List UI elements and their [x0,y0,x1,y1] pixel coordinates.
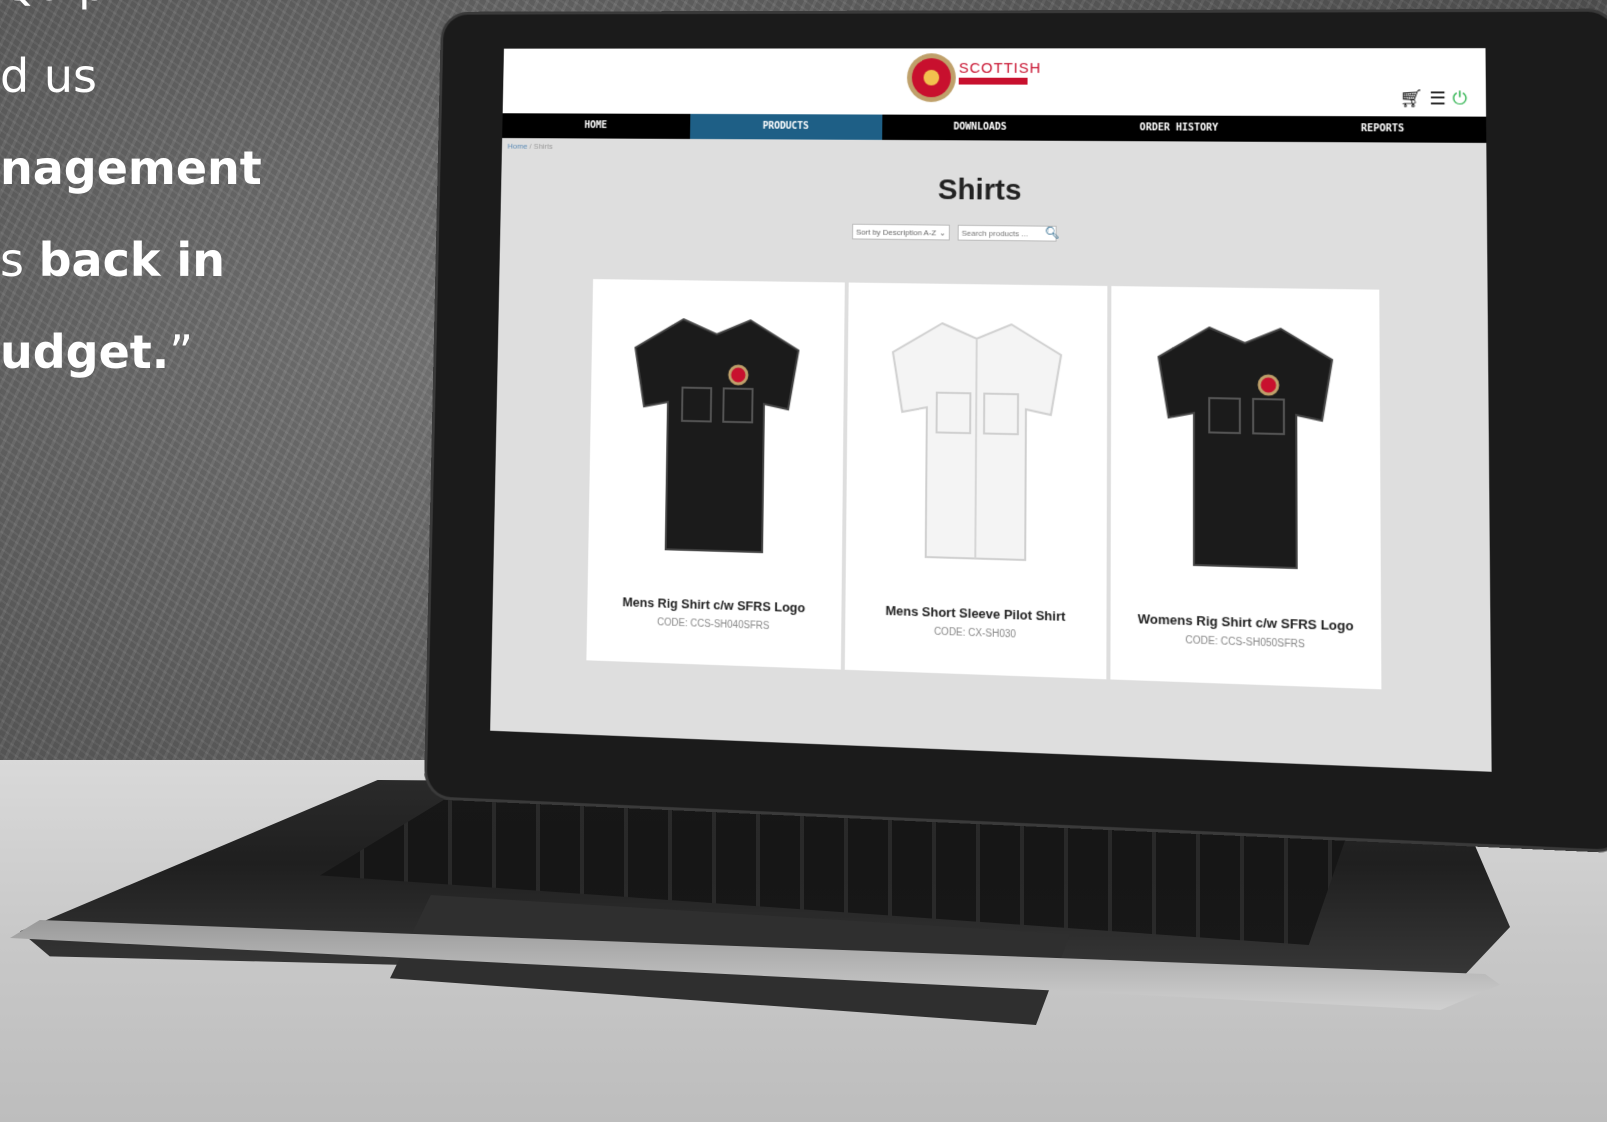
sort-select-value: Sort by Description A-Z [855,227,937,238]
search-icon[interactable]: 🔍︎ [1045,226,1060,240]
search-input[interactable] [957,224,1057,242]
fire-service-badge-icon [911,58,952,98]
product-name[interactable]: Mens Short Sleeve Pilot Shirt [845,602,1107,626]
product-code: CODE: CX-SH030 [933,626,1016,641]
breadcrumb: Home / Shirts [507,142,552,151]
main-nav: HOME PRODUCTS DOWNLOADS ORDER HISTORY RE… [502,113,1487,143]
page-title: Shirts [937,173,1022,207]
quote-line-1: Quip [0,0,300,30]
logo-subtitle-band [958,77,1028,85]
nav-item-reports[interactable]: REPORTS [1280,116,1486,143]
product-code: CODE: CCS-SH040SFRS [657,617,770,633]
quote-line-5-text: udget. [0,325,170,379]
site-logo[interactable]: SCOTTISH [911,54,1041,109]
quote-line-4-bold: back in [38,233,225,287]
sort-select[interactable]: Sort by Description A-Z ⌄ [852,223,950,241]
shirt-image [886,313,1066,567]
quote-mark: ” [169,325,194,379]
quote-line-4: s back in [0,214,300,306]
shirt-image [628,309,804,559]
product-code: CODE: CCS-SH050SFRS [1185,635,1305,651]
nav-item-downloads[interactable]: DOWNLOADS [882,115,1079,141]
product-grid: Mens Rig Shirt c/w SFRS Logo CODE: CCS-S… [586,279,1385,700]
laptop-lid: SCOTTISH 🛒︎ ☰ ⏻ HOME PRODUCTS DOWNLOADS OR… [426,11,1607,851]
laptop-screen: SCOTTISH 🛒︎ ☰ ⏻ HOME PRODUCTS DOWNLOADS OR… [490,48,1492,772]
site-header: SCOTTISH 🛒︎ ☰ ⏻ [502,48,1487,117]
product-name[interactable]: Mens Rig Shirt c/w SFRS Logo [587,593,841,616]
quote-line-5: udget.” [0,306,300,398]
quote-line-4-prefix: s [0,233,39,287]
header-icons: 🛒︎ ☰ ⏻ [1393,88,1468,109]
basket-icon[interactable]: 🛒︎ [1400,88,1424,108]
nav-item-order-history[interactable]: ORDER HISTORY [1079,115,1280,142]
menu-icon[interactable]: ☰ [1429,88,1446,108]
testimonial-quote: Quip d us nagement s back in udget.” [0,0,300,460]
product-controls: Sort by Description A-Z ⌄ 🔍︎ [852,223,1108,244]
logo-wordmark: SCOTTISH [958,60,1042,77]
product-name[interactable]: Womens Rig Shirt c/w SFRS Logo [1111,610,1381,634]
breadcrumb-current: Shirts [533,142,553,151]
power-icon[interactable]: ⏻ [1452,88,1467,108]
quote-line-2: d us [0,49,97,103]
nav-item-products[interactable]: PRODUCTS [689,113,883,140]
nav-item-home[interactable]: HOME [502,113,690,139]
chevron-down-icon: ⌄ [939,228,946,238]
quote-line-3: nagement [0,141,262,195]
product-card[interactable]: Mens Short Sleeve Pilot Shirt CODE: CX-S… [844,282,1108,680]
shirt-image [1153,317,1338,575]
product-card[interactable]: Mens Rig Shirt c/w SFRS Logo CODE: CCS-S… [586,279,845,670]
product-card[interactable]: Womens Rig Shirt c/w SFRS Logo CODE: CCS… [1110,286,1382,690]
breadcrumb-separator: / [529,141,532,151]
breadcrumb-home[interactable]: Home [507,142,527,151]
